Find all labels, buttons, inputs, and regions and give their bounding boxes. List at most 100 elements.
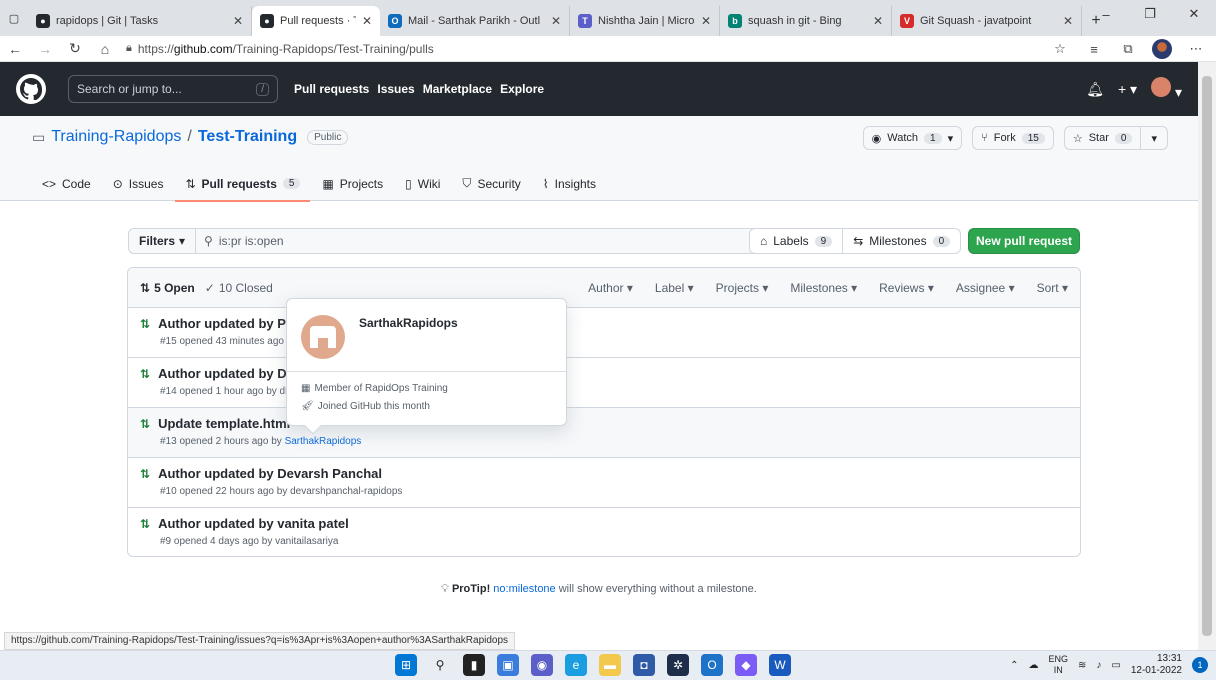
table-row[interactable]: ⇅ Author updated by vanita patel #9 opened… [128,508,1080,556]
close-tab-icon[interactable]: ✕ [551,14,561,28]
wifi-icon[interactable]: ≋ [1078,660,1086,671]
filters-button[interactable]: Filters ▾ [128,228,197,254]
close-tab-icon[interactable]: ✕ [873,14,883,28]
tab-wiki[interactable]: ▯ Wiki [395,166,450,201]
widgets-icon[interactable]: ▣ [497,654,519,676]
menu-projects[interactable]: Projects ▾ [716,281,769,295]
nav-marketplace[interactable]: Marketplace [423,82,492,96]
app-icon[interactable]: ✲ [667,654,689,676]
refresh-icon[interactable]: ↻ [60,40,90,57]
menu-sort[interactable]: Sort ▾ [1037,281,1068,295]
pr-title-link[interactable]: Author updated by Pa [158,316,293,331]
menu-assignee[interactable]: Assignee ▾ [956,281,1015,295]
home-icon[interactable]: ⌂ [90,41,120,57]
pr-author-link[interactable]: SarthakRapidops [285,436,362,447]
menu-milestones[interactable]: Milestones ▾ [790,281,857,295]
menu-label[interactable]: Label ▾ [655,281,694,295]
start-icon[interactable]: ⊞ [395,654,417,676]
outlook-icon[interactable]: O [701,654,723,676]
browser-tab[interactable]: T Nishtha Jain | Microsoft Tea ✕ [570,6,720,36]
file-explorer-icon[interactable]: ▬ [599,654,621,676]
favorite-star-icon[interactable]: ☆ [1050,41,1070,57]
repo-tabs: <> Code ⊙ Issues ⇅ Pull requests 5 ▦ Projects ▯ Wi… [32,166,606,202]
chevron-up-icon[interactable]: ⌃ [1010,660,1018,671]
avatar[interactable] [301,315,345,359]
github-logo-icon[interactable] [16,74,46,104]
collections-icon[interactable]: ⧉ [1118,41,1138,57]
star-dropdown-button[interactable]: ▾ [1141,126,1168,150]
battery-icon[interactable]: ▭ [1111,660,1120,671]
open-filter-link[interactable]: ⇅ 5 Open [140,281,195,295]
labels-button[interactable]: ⌂ Labels 9 [749,228,844,254]
repo-name-link[interactable]: Test-Training [198,128,297,146]
ide-icon[interactable]: ◆ [735,654,757,676]
tab-projects[interactable]: ▦ Projects [312,166,393,201]
restore-icon[interactable]: ❐ [1128,0,1172,28]
scrollbar-thumb[interactable] [1202,76,1212,636]
task-view-icon[interactable]: ▮ [463,654,485,676]
edge-icon[interactable]: e [565,654,587,676]
table-row[interactable]: ⇅ Author updated by Pa #15 opened 43 minut… [128,308,1080,358]
tab-actions-icon[interactable]: ▢ [0,4,28,32]
close-tab-icon[interactable]: ✕ [701,14,711,28]
milestones-button[interactable]: ⇆ Milestones 0 [843,228,962,254]
chat-icon[interactable]: ◉ [531,654,553,676]
menu-author[interactable]: Author ▾ [588,281,633,295]
close-window-icon[interactable]: ✕ [1172,0,1216,28]
url-field[interactable]: 🔒︎ https://github.com/Training-Rapidops/… [126,42,434,56]
close-tab-icon[interactable]: ✕ [233,14,243,28]
volume-icon[interactable]: ♪ [1096,660,1101,671]
browser-tab[interactable]: ● Pull requests · Training-Rap ✕ [252,6,380,36]
back-icon[interactable]: ← [0,41,30,57]
close-tab-icon[interactable]: ✕ [1063,14,1073,28]
star-button[interactable]: ☆ Star 0 [1063,126,1142,150]
nav-issues[interactable]: Issues [377,82,414,96]
clock[interactable]: 13:31 12-01-2022 [1131,653,1182,677]
pr-title-link[interactable]: Author updated by vanita patel [158,516,349,531]
cloud-icon[interactable]: ☁ [1028,660,1038,671]
language-indicator[interactable]: ENG IN [1048,654,1068,676]
tab-security[interactable]: ⛉ Security [452,166,530,201]
browser-tab[interactable]: O Mail - Sarthak Parikh - Outl ✕ [380,6,570,36]
watch-button[interactable]: ◉ Watch 1 ▾ [862,126,963,150]
tab-insights[interactable]: ⌇ Insights [533,166,606,201]
repo-owner-link[interactable]: Training-Rapidops [51,128,181,146]
favorites-icon[interactable]: ≡ [1084,42,1104,57]
forward-icon[interactable]: → [30,41,60,57]
profile-avatar[interactable] [1152,39,1172,59]
nav-explore[interactable]: Explore [500,82,544,96]
menu-reviews[interactable]: Reviews ▾ [879,281,934,295]
user-menu[interactable]: ▾ [1151,77,1182,101]
search-icon[interactable]: ⚲ [429,654,451,676]
browser-tab[interactable]: b squash in git - Bing ✕ [720,6,892,36]
fork-button[interactable]: ⑂ Fork 15 [972,126,1054,150]
browser-tab[interactable]: V Git Squash - javatpoint ✕ [892,6,1082,36]
browser-tab[interactable]: ● rapidops | Git | Tasks ✕ [28,6,252,36]
tab-issues[interactable]: ⊙ Issues [103,166,174,201]
github-search-input[interactable]: Search or jump to... / [68,75,278,103]
filter-search-input[interactable]: ⚲ is:pr is:open [196,228,801,254]
pr-title-link[interactable]: Update template.html [158,416,290,431]
close-tab-icon[interactable]: ✕ [362,14,372,28]
hovercard-username[interactable]: SarthakRapidops [359,316,458,330]
closed-filter-link[interactable]: ✓ 10 Closed [205,281,273,295]
table-row[interactable]: ⇅ Author updated by Devarsh Panchal #10 op… [128,458,1080,508]
more-icon[interactable]: ⋯ [1186,41,1206,57]
tab-label: Wiki [417,176,441,191]
pr-title-link[interactable]: Author updated by Dh [158,366,295,381]
minimize-icon[interactable]: – [1084,0,1128,28]
store-icon[interactable]: ◘ [633,654,655,676]
protip-link[interactable]: no:milestone [493,583,555,595]
word-icon[interactable]: W [769,654,791,676]
bell-icon[interactable]: 🔔︎ [1086,81,1104,98]
tab-pull-requests[interactable]: ⇅ Pull requests 5 [175,166,311,202]
tab-code[interactable]: <> Code [32,166,101,201]
create-new-icon[interactable]: + ▾ [1118,81,1137,98]
new-pull-request-button[interactable]: New pull request [968,228,1080,254]
nav-pull-requests[interactable]: Pull requests [294,82,369,96]
notification-badge[interactable]: 1 [1192,657,1208,673]
pr-title-link[interactable]: Author updated by Devarsh Panchal [158,466,382,481]
table-row[interactable]: ⇅ Author updated by Dh #14 opened 1 hour a… [128,358,1080,408]
table-row[interactable]: ⇅ Update template.html #13 opened 2 hours … [128,408,1080,458]
vertical-scrollbar[interactable] [1198,62,1216,650]
